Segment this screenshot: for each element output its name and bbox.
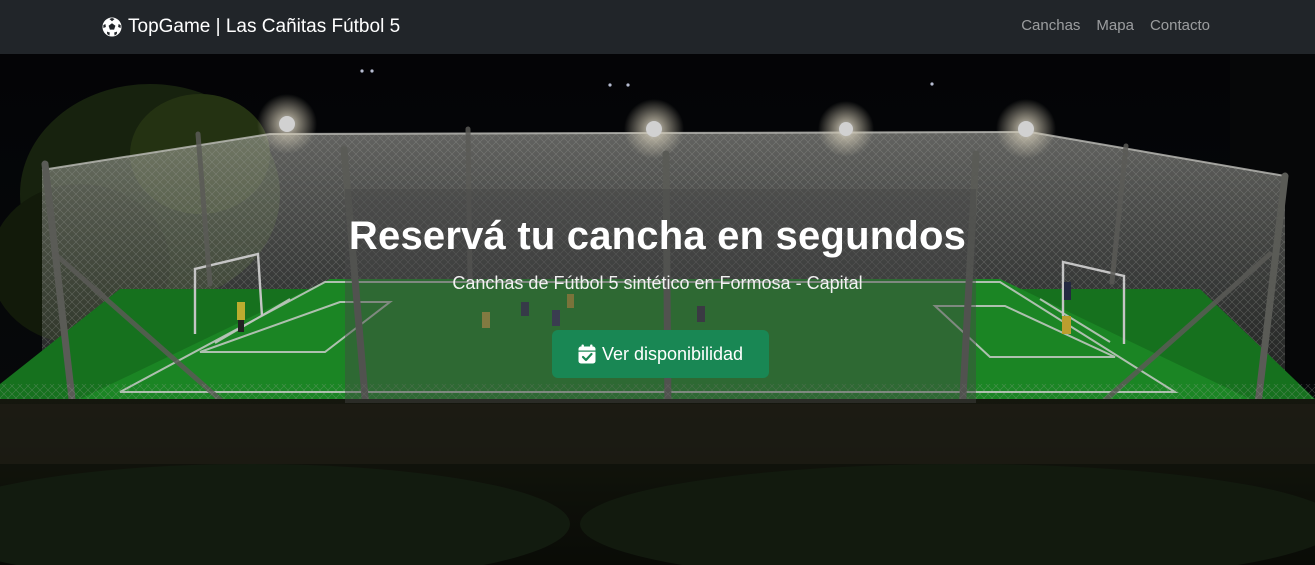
hero-section: Reservá tu cancha en segundos Canchas de…: [0, 54, 1315, 565]
nav-links: Canchas Mapa Contacto: [1021, 17, 1210, 34]
soccer-ball-icon: [102, 17, 122, 37]
nav-link-canchas[interactable]: Canchas: [1021, 17, 1080, 34]
brand-link[interactable]: TopGame | Las Cañitas Fútbol 5: [102, 15, 400, 39]
top-navbar: TopGame | Las Cañitas Fútbol 5 Canchas M…: [0, 0, 1315, 54]
calendar-check-icon: [578, 344, 596, 364]
cta-label: Ver disponibilidad: [601, 343, 744, 364]
brand-text: TopGame | Las Cañitas Fútbol 5: [128, 16, 401, 37]
nav-link-contacto[interactable]: Contacto: [1150, 17, 1210, 34]
hero-title: Reservá tu cancha en segundos: [348, 214, 967, 258]
nav-link-mapa[interactable]: Mapa: [1096, 17, 1134, 34]
view-availability-button[interactable]: Ver disponibilidad: [552, 330, 769, 378]
hero-subtitle: Canchas de Fútbol 5 sintético en Formosa…: [452, 273, 863, 293]
